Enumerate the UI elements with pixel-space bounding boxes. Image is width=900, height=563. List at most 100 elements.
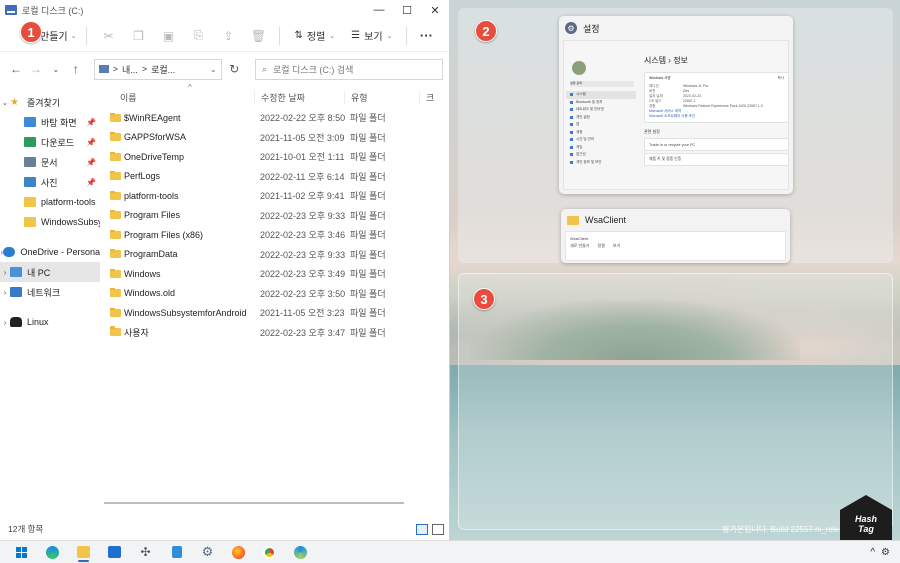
table-row[interactable]: 사용자 2022-02-23 오후 3:47 파일 폴더	[100, 323, 449, 343]
wsa-card-header: WsaClient	[561, 209, 790, 231]
nav-onedrive[interactable]: › OneDrive - Persona	[0, 242, 100, 262]
taskbar-file-explorer[interactable]	[68, 541, 99, 563]
back-icon[interactable]: ←	[6, 62, 26, 76]
breadcrumb-this-pc[interactable]: 내...	[122, 63, 138, 76]
tray-settings-icon[interactable]: ⚙	[881, 547, 890, 558]
file-name: platform-tools	[124, 190, 179, 201]
rename-icon[interactable]: ⎘	[183, 24, 213, 48]
table-row[interactable]: WindowsSubsystemforAndroid 2021-11-05 오전 …	[100, 303, 449, 323]
settings-preview-main: 시스템 › 정보 Windows 사양 복사 에디션 Windows 11 Pro 버…	[644, 55, 789, 168]
copy-icon[interactable]: ❐	[123, 24, 153, 48]
file-type: 파일 폴더	[350, 230, 386, 241]
nav-linux[interactable]: › Linux	[0, 312, 100, 332]
maximize-button[interactable]: ☐	[393, 0, 421, 20]
chevron-down-icon[interactable]: ⌄	[210, 65, 217, 74]
folder-icon	[110, 326, 121, 337]
taskbar-notepad[interactable]	[161, 541, 192, 563]
navigation-pane: ⌄ ★ 즐겨찾기 바탕 화면 📌 다운로드 📌 문서 📌 사진 📌 platform-tools…	[0, 86, 100, 516]
share-icon[interactable]: ⇪	[213, 24, 243, 48]
folder-icon	[77, 546, 90, 558]
nav-quick-item[interactable]: 바탕 화면 📌	[0, 112, 100, 132]
logo-line2: Tag	[858, 524, 874, 534]
chevron-right-icon[interactable]: ›	[0, 268, 10, 277]
table-row[interactable]: $WinREAgent 2022-02-22 오후 8:50 파일 폴더	[100, 108, 449, 128]
snap-window-wsaclient[interactable]: WsaClient WsaClient 새로 만들기 정렬 보기	[561, 209, 790, 263]
view-button[interactable]: ☰ 보기 ⌄	[343, 24, 400, 48]
folder-icon	[110, 288, 121, 298]
table-row[interactable]: Program Files (x86) 2022-02-23 오후 3:46 파일 …	[100, 225, 449, 245]
column-size[interactable]: 크	[419, 90, 449, 104]
nav-this-pc[interactable]: › 내 PC	[0, 262, 100, 282]
delete-icon[interactable]: 🗑	[243, 24, 273, 48]
taskbar-edge[interactable]	[37, 541, 68, 563]
snap-zone-bottom[interactable]	[458, 273, 893, 530]
folder-icon	[110, 210, 121, 220]
window-controls: — ☐ ✕	[365, 0, 449, 20]
taskbar-settings[interactable]: ⚙	[192, 541, 223, 563]
gear-icon: ⚙	[565, 22, 577, 34]
details-view-icon[interactable]	[416, 523, 428, 535]
address-bar[interactable]: > 내... > 로컬... ⌄	[93, 58, 222, 80]
nav-quick-item[interactable]: platform-tools	[0, 192, 100, 212]
paste-icon[interactable]: ▣	[153, 24, 183, 48]
file-name: PerfLogs	[124, 171, 161, 182]
title-bar[interactable]: 로컬 디스크 (C:) — ☐ ✕	[0, 0, 449, 20]
linux-penguin-icon	[10, 317, 22, 327]
settings-menu-label: 계정	[576, 129, 583, 134]
chevron-right-icon[interactable]: ›	[0, 318, 10, 327]
chevron-down-icon[interactable]: ⌄	[0, 98, 10, 107]
table-row[interactable]: Windows.old 2022-02-23 오후 3:50 파일 폴더	[100, 284, 449, 304]
column-name[interactable]: 이름	[100, 91, 254, 104]
taskbar-mail[interactable]	[99, 541, 130, 563]
table-row[interactable]: Program Files 2022-02-23 오후 9:33 파일 폴더	[100, 206, 449, 226]
horizontal-scrollbar[interactable]	[104, 502, 404, 504]
column-type[interactable]: 유형	[344, 90, 419, 104]
table-row[interactable]: Windows 2022-02-23 오후 3:49 파일 폴더	[100, 264, 449, 284]
explorer-body: ⌄ ★ 즐겨찾기 바탕 화면 📌 다운로드 📌 문서 📌 사진 📌 platform-tools…	[0, 83, 449, 516]
new-button[interactable]: 만들기 ⌄	[36, 25, 80, 46]
forward-icon[interactable]: →	[26, 62, 46, 76]
table-row[interactable]: GAPPSforWSA 2021-11-05 오전 3:09 파일 폴더	[100, 128, 449, 148]
menu-icon	[570, 115, 573, 119]
column-modified[interactable]: 수정한 날짜	[254, 90, 344, 104]
tiles-view-icon[interactable]	[432, 523, 444, 535]
taskbar-snip[interactable]: ✣	[130, 541, 161, 563]
sort-button[interactable]: ⇅ 정렬 ⌄	[286, 24, 343, 48]
wsa-card-title: WsaClient	[585, 215, 627, 225]
start-button[interactable]	[6, 541, 37, 563]
table-row[interactable]: PerfLogs 2022-02-11 오후 6:14 파일 폴더	[100, 167, 449, 187]
toolbar-divider	[86, 26, 88, 45]
cut-icon[interactable]: ✂	[93, 24, 123, 48]
breadcrumb-drive[interactable]: 로컬...	[151, 63, 175, 76]
nav-quick-item[interactable]: 문서 📌	[0, 152, 100, 172]
pin-icon: 📌	[86, 177, 96, 187]
menu-icon	[570, 153, 573, 157]
close-button[interactable]: ✕	[421, 0, 449, 20]
table-row[interactable]: platform-tools 2021-11-02 오후 9:41 파일 폴더	[100, 186, 449, 206]
nav-quick-item[interactable]: 사진 📌	[0, 172, 100, 192]
taskbar-chrome[interactable]	[254, 541, 285, 563]
nav-network[interactable]: › 네트워크	[0, 282, 100, 302]
nav-quick-item[interactable]: WindowsSubsyste	[0, 212, 100, 232]
toolbar-divider	[279, 26, 281, 45]
taskbar-edge-beta[interactable]	[285, 541, 316, 563]
search-box[interactable]: ⌕ 로컬 디스크 (C:) 검색	[254, 58, 443, 80]
file-explorer-window[interactable]: 로컬 디스크 (C:) — ☐ ✕ 만들기 ⌄ ✂ ❐ ▣ ⎘ ⇪ 🗑 ⇅ 정렬…	[0, 0, 450, 540]
up-icon[interactable]: ↑	[66, 62, 86, 76]
nav-quick-item[interactable]: 다운로드 📌	[0, 132, 100, 152]
snap-window-settings[interactable]: ⚙ 설정 설정 검색 시스템 Bluetooth 및 장치 네트워크 및 인터넷 개인…	[559, 16, 793, 194]
settings-menu-label: 시간 및 언어	[576, 137, 595, 142]
recent-chevron-icon[interactable]: ⌄	[46, 65, 66, 74]
windows-icon	[16, 546, 27, 558]
chevron-right-icon[interactable]: ›	[0, 288, 10, 297]
table-row[interactable]: OneDriveTemp 2021-10-01 오전 1:11 파일 폴더	[100, 147, 449, 167]
file-type: 파일 폴더	[350, 269, 386, 280]
nav-label: 문서	[41, 157, 58, 168]
refresh-icon[interactable]: ↻	[222, 62, 247, 76]
tray-overflow-icon[interactable]: ^	[870, 547, 875, 558]
minimize-button[interactable]: —	[365, 0, 393, 20]
table-row[interactable]: ProgramData 2022-02-23 오후 9:33 파일 폴더	[100, 245, 449, 265]
nav-quick-access[interactable]: ⌄ ★ 즐겨찾기	[0, 92, 100, 112]
more-options-button[interactable]: ···	[413, 28, 439, 43]
taskbar-firefox[interactable]	[223, 541, 254, 563]
